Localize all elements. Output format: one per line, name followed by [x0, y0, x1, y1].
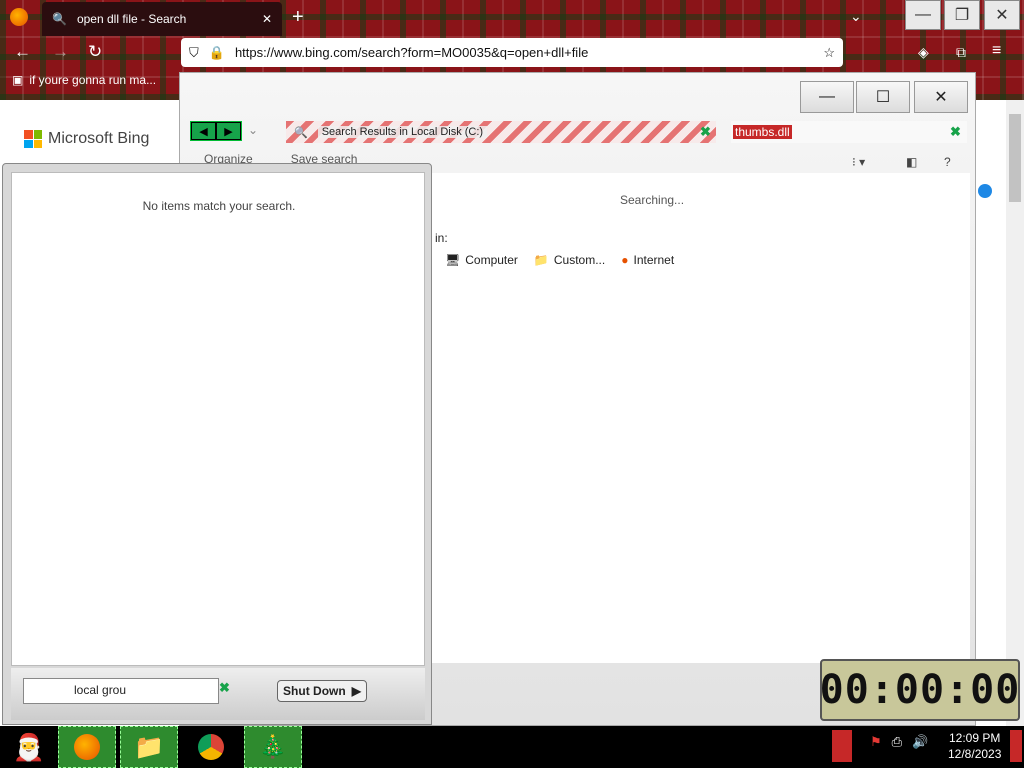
taskbar-tree-app[interactable]: 🎄: [244, 726, 302, 768]
lock-icon: 🔒: [208, 44, 225, 60]
no-items-message: No items match your search.: [142, 199, 296, 213]
tab-title: open dll file - Search: [76, 12, 187, 26]
location-custom[interactable]: 📁 Custom...: [534, 253, 605, 267]
back-icon[interactable]: ←: [14, 42, 31, 62]
bookmark-label: if youre gonna run ma...: [29, 73, 157, 87]
shutdown-label: Shut Down: [283, 684, 346, 698]
panel-footer: local grou ✖ Shut Down ▶: [11, 668, 425, 720]
reload-icon[interactable]: ↻: [88, 42, 102, 62]
url-text: https://www.bing.com/search?form=MO0035&…: [234, 45, 589, 60]
scrollbar-thumb[interactable]: [1009, 114, 1021, 202]
show-desktop-button[interactable]: [1010, 730, 1022, 762]
tab-list-chevron-icon[interactable]: ⌄: [850, 8, 862, 25]
search-status: Searching...: [620, 193, 685, 207]
shutdown-button[interactable]: Shut Down ▶: [277, 680, 367, 702]
christmas-tree-icon: 🎄: [259, 734, 287, 759]
close-tab-icon[interactable]: ✕: [262, 12, 272, 26]
search-query: thumbs.dll: [733, 125, 792, 139]
microsoft-logo-icon: [24, 130, 42, 148]
forward-icon[interactable]: →: [52, 42, 69, 62]
network-icon[interactable]: ⎙: [892, 734, 902, 750]
start-button[interactable]: 🎅: [0, 726, 58, 768]
taskbar-date: 12/8/2023: [948, 747, 1002, 761]
taskbar-explorer[interactable]: 📁: [120, 726, 178, 768]
address-clear-icon[interactable]: ✖: [700, 124, 711, 140]
tab-search[interactable]: 🔍 open dll file - Search ✕: [42, 2, 282, 36]
bookmark-item[interactable]: ▣ if youre gonna run ma...: [12, 73, 156, 87]
preview-pane-icon[interactable]: ◧: [906, 155, 917, 169]
help-icon[interactable]: ?: [944, 155, 951, 169]
address-bar[interactable]: ⛉ 🔒 https://www.bing.com/search?form=MO0…: [181, 38, 843, 67]
explorer-address-bar[interactable]: 🔍 Search Results in Local Disk (C:): [286, 121, 716, 143]
search-again-label: in:: [435, 231, 448, 245]
menu-icon[interactable]: ≡: [992, 42, 1001, 60]
restore-button[interactable]: ❐: [944, 0, 980, 30]
bing-logo-text: Microsoft Bing: [48, 130, 150, 147]
explorer-nav-buttons: ◀ ▶: [190, 121, 242, 141]
taskbar-time: 12:09 PM: [949, 731, 1001, 745]
location-internet[interactable]: ● Internet: [621, 253, 674, 267]
explorer-maximize-button[interactable]: ☐: [856, 81, 910, 113]
system-tray: ⚑ ⎙ 🔊: [870, 734, 928, 750]
folder-icon: 📁: [533, 253, 549, 267]
taskbar: 🎅 📁 🎄 ⚑ ⎙ 🔊 12:09 PM 12/8/2023: [0, 726, 1024, 768]
show-hidden-icons[interactable]: [832, 730, 852, 762]
explorer-search-box[interactable]: thumbs.dll: [731, 121, 967, 143]
bing-logo[interactable]: Microsoft Bing: [24, 130, 149, 148]
view-options-icon[interactable]: ⁝ ▾: [852, 155, 865, 169]
start-search-clear-icon[interactable]: ✖: [219, 680, 230, 696]
shield-icon: ⛉: [189, 44, 199, 60]
new-tab-button[interactable]: +: [292, 6, 304, 29]
start-search-value: local grou: [74, 683, 127, 697]
explorer-close-button[interactable]: ✕: [914, 81, 968, 113]
search-locations: 🖥 Computer 📁 Custom... ● Internet: [445, 253, 674, 267]
volume-icon[interactable]: 🔊: [912, 734, 928, 750]
minimize-button[interactable]: —: [905, 0, 941, 30]
santa-icon: 🎅: [12, 731, 46, 762]
location-computer[interactable]: 🖥 Computer: [445, 253, 518, 267]
taskbar-chrome[interactable]: [182, 726, 240, 768]
search-folder-icon: 🔍: [294, 126, 308, 139]
clock-gadget[interactable]: 00:00:00: [820, 659, 1020, 721]
pocket-icon[interactable]: ◈: [918, 44, 929, 61]
taskbar-firefox[interactable]: [58, 726, 116, 768]
search-clear-icon[interactable]: ✖: [950, 124, 961, 140]
search-results-list: No items match your search.: [11, 172, 425, 666]
explorer-back-button[interactable]: ◀: [191, 122, 216, 140]
chrome-icon: [198, 734, 224, 760]
close-button[interactable]: ✕: [984, 0, 1020, 30]
shutdown-arrow-icon[interactable]: ▶: [352, 684, 361, 698]
firefox-taskbar-icon: [74, 734, 100, 760]
firefox-icon[interactable]: [10, 8, 28, 26]
search-icon: 🔍: [52, 12, 67, 26]
start-search-input[interactable]: local grou: [23, 678, 219, 704]
folder-taskbar-icon: 📁: [134, 733, 164, 761]
explorer-forward-button[interactable]: ▶: [216, 122, 241, 140]
firefox-small-icon: ●: [621, 253, 629, 267]
extensions-icon[interactable]: ⧉: [956, 44, 966, 61]
recent-pages-chevron-icon[interactable]: ⌄: [248, 123, 258, 137]
address-text: Search Results in Local Disk (C:): [317, 126, 488, 138]
clock-display: 00:00:00: [819, 667, 1021, 713]
computer-icon: 🖥: [445, 253, 461, 267]
action-center-icon[interactable]: ⚑: [870, 734, 882, 750]
explorer-minimize-button[interactable]: —: [800, 81, 854, 113]
page-scrollbar[interactable]: [1006, 100, 1024, 726]
copilot-icon[interactable]: [978, 184, 992, 198]
bookmark-page-icon: ▣: [12, 73, 24, 87]
taskbar-clock[interactable]: 12:09 PM 12/8/2023: [948, 730, 1001, 762]
start-search-panel: No items match your search. local grou ✖…: [2, 163, 432, 725]
star-icon[interactable]: ☆: [823, 45, 835, 61]
